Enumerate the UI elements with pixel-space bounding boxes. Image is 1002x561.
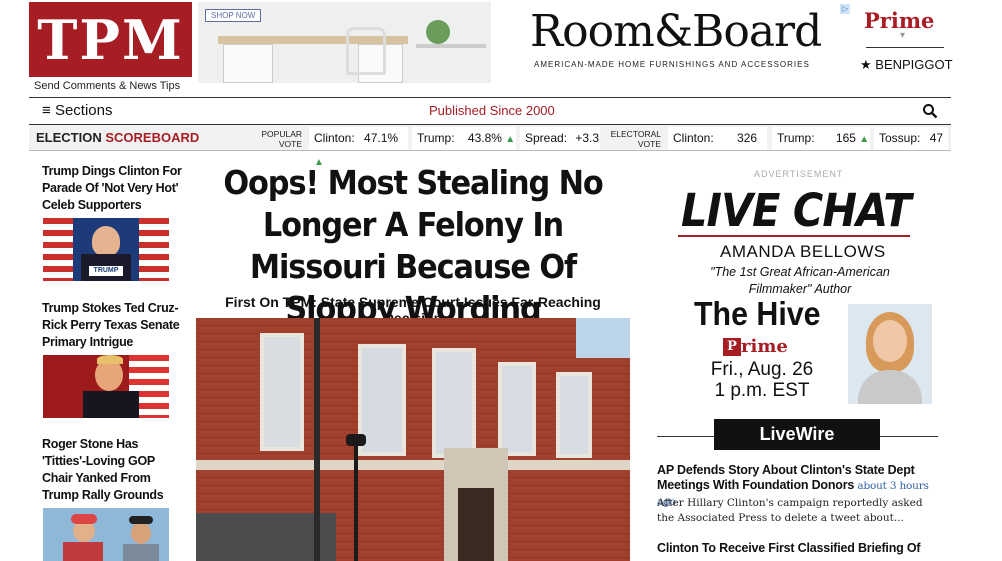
event-date: Fri., Aug. 26 xyxy=(710,359,814,380)
trump-electoral-value: 165 xyxy=(835,131,856,145)
ad-chair-image xyxy=(346,27,386,75)
ad-shelf-image xyxy=(416,44,486,48)
tossup-value: 47 xyxy=(929,131,944,145)
sidebar-story-headline[interactable]: Trump Stokes Ted Cruz-Rick Perry Texas S… xyxy=(42,300,182,351)
cell-label: Tossup: xyxy=(879,131,921,145)
jester-hat xyxy=(71,514,97,524)
ad-cabinet-image xyxy=(223,44,273,83)
sidebar-story-image[interactable]: TRUMP xyxy=(43,218,169,281)
window xyxy=(556,372,592,458)
cell-label: Clinton: xyxy=(314,131,355,145)
sections-label: Sections xyxy=(54,102,113,119)
send-comments-link[interactable]: Send Comments & News Tips xyxy=(34,80,180,92)
window xyxy=(498,362,536,456)
sidebar-story-image[interactable] xyxy=(43,355,169,418)
prime-p-icon: P xyxy=(723,337,741,356)
person-shirt xyxy=(63,542,103,561)
tpm-logo[interactable]: TPM xyxy=(29,2,192,77)
electoral-clinton-cell: Clinton: 326 xyxy=(668,127,767,150)
search-icon[interactable] xyxy=(922,103,938,119)
popular-vote-label: POPULAR VOTE xyxy=(261,129,302,149)
divider xyxy=(678,235,910,237)
event-time: 1 p.m. EST xyxy=(714,380,810,401)
arrow-up-icon: ▲ xyxy=(505,134,516,145)
arrow-up-icon: ▲ xyxy=(859,134,870,145)
ad-event-time: Fri., Aug. 26 1 p.m. EST xyxy=(707,359,817,401)
spread-value: +3.3 xyxy=(575,131,600,145)
scoreboard-title-b: SCOREBOARD xyxy=(105,130,200,145)
scoreboard-title[interactable]: ELECTION SCOREBOARD xyxy=(36,130,199,145)
popular-clinton-cell: Clinton: 47.1% ▲ xyxy=(309,127,408,168)
lamp xyxy=(346,434,366,446)
clinton-electoral-value: 326 xyxy=(737,131,758,145)
person-suit xyxy=(83,391,139,418)
banner-ad-furniture[interactable]: SHOP NOW xyxy=(198,2,491,83)
room-and-board-ad[interactable]: Room&Board AMERICAN-MADE HOME FURNISHING… xyxy=(528,4,850,78)
window xyxy=(432,348,476,458)
scoreboard-title-a: ELECTION xyxy=(36,130,102,145)
flag-image xyxy=(139,218,169,281)
prime-word: rime xyxy=(741,336,788,357)
cell-label: Clinton: xyxy=(673,131,714,145)
window xyxy=(260,333,304,451)
user-account-link[interactable]: ★ BENPIGGOT xyxy=(860,57,953,73)
cell-label: Trump: xyxy=(777,131,815,145)
person-face xyxy=(131,522,151,544)
cell-label: Spread: xyxy=(525,131,568,145)
divider xyxy=(866,47,944,48)
advertisement-label: ADVERTISEMENT xyxy=(754,169,844,179)
stone-band xyxy=(196,460,630,470)
tossup-cell: Tossup: 47 xyxy=(874,127,948,150)
sky xyxy=(576,318,630,358)
livewire-header[interactable]: LiveWire xyxy=(714,419,880,450)
podium-sign: TRUMP xyxy=(89,266,123,276)
author-photo xyxy=(848,304,932,404)
ad-plant-image xyxy=(426,20,450,44)
ad-tagline: AMERICAN-MADE HOME FURNISHINGS AND ACCES… xyxy=(534,60,810,69)
livewire-item-headline[interactable]: Clinton To Receive First Classified Brie… xyxy=(657,541,937,556)
lamp-post xyxy=(354,438,358,561)
sidebar-story-headline[interactable]: Trump Dings Clinton For Parade Of 'Not V… xyxy=(42,163,182,214)
cap xyxy=(129,516,153,524)
star-icon: ★ xyxy=(860,57,872,72)
sidebar-story-image[interactable] xyxy=(43,508,169,561)
person-face xyxy=(92,226,120,256)
ad-quote: "The 1st Great African-American Filmmake… xyxy=(710,265,890,296)
popular-spread-cell: Spread: +3.3 xyxy=(520,127,600,150)
clinton-popular-pct: 47.1% xyxy=(364,131,399,145)
pole xyxy=(314,318,320,561)
sidebar-story-headline[interactable]: Roger Stone Has 'Titties'-Loving GOP Cha… xyxy=(42,436,182,504)
ad-book-title[interactable]: The Hive xyxy=(694,295,821,333)
trump-popular-pct: 43.8% xyxy=(467,131,502,145)
electoral-trump-cell: Trump: 165 ▲ xyxy=(772,127,870,150)
chevron-down-icon[interactable]: ▾ xyxy=(900,30,905,41)
username: BENPIGGOT xyxy=(875,57,953,72)
published-since-tagline: Published Since 2000 xyxy=(429,103,555,118)
door xyxy=(458,488,494,561)
hamburger-icon: ≡ xyxy=(42,102,51,119)
main-story-image[interactable] xyxy=(196,318,630,561)
live-chat-ad-title[interactable]: LIVE CHAT xyxy=(681,184,912,237)
person-face xyxy=(873,320,907,362)
adchoices-icon[interactable]: ▷ xyxy=(840,4,850,14)
cell-label: Trump: xyxy=(417,131,455,145)
shop-now-button[interactable]: SHOP NOW xyxy=(205,9,262,22)
flag-image xyxy=(43,218,73,281)
prime-logo: Prime xyxy=(723,336,796,357)
person-top xyxy=(858,370,922,404)
electoral-vote-label: ELECTORAL VOTE xyxy=(610,129,661,149)
person-shirt xyxy=(123,544,159,561)
person-hair xyxy=(97,355,123,364)
ad-author-name[interactable]: AMANDA BELLOWS xyxy=(720,242,886,262)
livewire-item-blurb: After Hillary Clinton's campaign reporte… xyxy=(657,497,923,524)
ad-brand: Room&Board xyxy=(530,6,822,57)
popular-trump-cell: Trump: 43.8% ▲ xyxy=(412,127,516,150)
sections-menu-button[interactable]: ≡ Sections xyxy=(42,102,112,119)
